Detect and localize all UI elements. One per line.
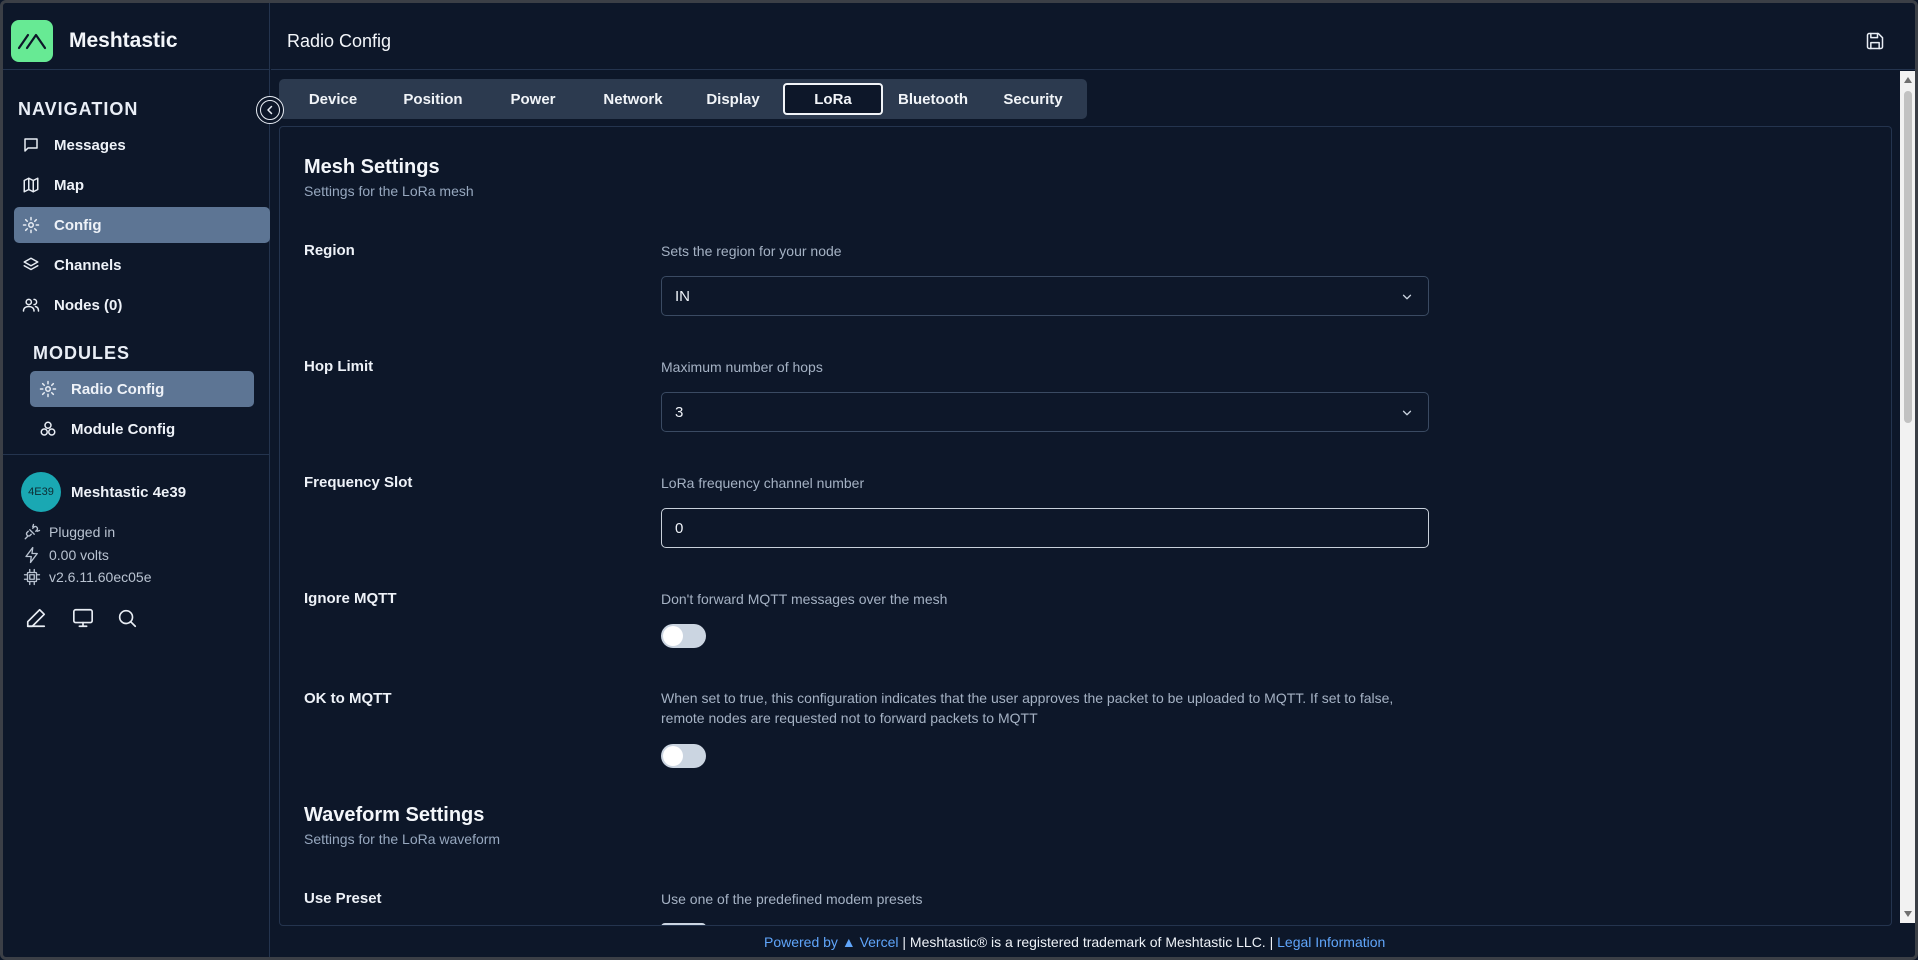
- module-item-radio-config[interactable]: Radio Config: [30, 371, 254, 407]
- tab-security[interactable]: Security: [983, 83, 1083, 115]
- mesh-settings-title: Mesh Settings: [304, 156, 440, 178]
- waveform-settings-title: Waveform Settings: [304, 804, 485, 826]
- frequency-slot-label: Frequency Slot: [304, 474, 413, 491]
- nav-item-messages[interactable]: Messages: [14, 127, 270, 163]
- hop-limit-value: 3: [675, 403, 684, 421]
- firmware-version: v2.6.11.60ec05e: [23, 568, 152, 586]
- tab-network[interactable]: Network: [583, 83, 683, 115]
- node-name: Meshtastic 4e39: [71, 483, 187, 501]
- nav-item-nodes[interactable]: Nodes (0): [14, 287, 270, 323]
- divider: [3, 454, 269, 455]
- lightning-icon: [25, 546, 38, 564]
- pencil-icon: [26, 608, 46, 628]
- brand-name: Meshtastic: [69, 29, 178, 52]
- footer-separator: |: [902, 934, 910, 950]
- node-info: 4E39 Meshtastic 4e39: [21, 472, 186, 512]
- scroll-thumb[interactable]: [1904, 91, 1912, 423]
- waveform-settings-subtitle: Settings for the LoRa waveform: [304, 831, 501, 847]
- gear-icon: [22, 216, 40, 234]
- module-item-label: Module Config: [71, 420, 176, 438]
- frequency-slot-input[interactable]: [661, 508, 1429, 548]
- plug-icon: [24, 523, 41, 540]
- search-button[interactable]: [116, 607, 138, 634]
- gear-icon: [39, 380, 57, 398]
- ok-to-mqtt-label: OK to MQTT: [304, 690, 392, 707]
- lora-config-form: Mesh Settings Settings for the LoRa mesh…: [279, 126, 1892, 926]
- display-button[interactable]: [72, 607, 94, 634]
- region-label: Region: [304, 242, 355, 259]
- config-tabs: Device Position Power Network Display Lo…: [279, 79, 1087, 119]
- meshtastic-logo-icon: [11, 20, 53, 62]
- boxes-icon: [40, 421, 56, 436]
- nav-item-config[interactable]: Config: [14, 207, 270, 243]
- modules-title: MODULES: [33, 343, 130, 363]
- nav-item-map[interactable]: Map: [14, 167, 270, 203]
- chevron-left-icon: [267, 105, 273, 115]
- chevron-down-icon: [1402, 410, 1412, 416]
- ok-to-mqtt-description: When set to true, this configuration ind…: [661, 690, 1394, 726]
- power-status: Plugged in: [23, 523, 115, 541]
- tab-position[interactable]: Position: [383, 83, 483, 115]
- collapse-sidebar-button[interactable]: [256, 96, 284, 124]
- layers-icon: [23, 257, 39, 271]
- avatar: 4E39: [21, 472, 61, 512]
- hop-limit-description: Maximum number of hops: [661, 359, 823, 375]
- tab-bluetooth[interactable]: Bluetooth: [883, 83, 983, 115]
- nav-item-label: Nodes (0): [54, 296, 123, 314]
- trademark-text: Meshtastic® is a registered trademark of…: [909, 934, 1266, 950]
- ignore-mqtt-toggle[interactable]: [661, 624, 706, 648]
- nav-item-channels[interactable]: Channels: [14, 247, 270, 283]
- use-preset-label: Use Preset: [304, 890, 382, 907]
- chip-icon: [23, 568, 41, 586]
- ignore-mqtt-label: Ignore MQTT: [304, 590, 397, 607]
- monitor-icon: [73, 608, 93, 628]
- module-item-label: Radio Config: [71, 380, 165, 398]
- save-icon: [1866, 32, 1884, 50]
- hop-limit-select[interactable]: 3: [661, 392, 1429, 432]
- brand[interactable]: Meshtastic: [11, 20, 178, 62]
- footer: Powered by ▲ Vercel | Meshtastic® is a r…: [764, 934, 1385, 950]
- nav-item-label: Map: [54, 176, 84, 194]
- nav-item-label: Config: [54, 216, 102, 234]
- save-button[interactable]: [1865, 31, 1885, 56]
- mesh-settings-subtitle: Settings for the LoRa mesh: [304, 183, 474, 199]
- region-description: Sets the region for your node: [661, 243, 842, 259]
- users-icon: [22, 298, 40, 312]
- nav-item-label: Messages: [54, 136, 126, 154]
- tab-display[interactable]: Display: [683, 83, 783, 115]
- scrollbar[interactable]: [1900, 71, 1915, 923]
- sidebar: Meshtastic NAVIGATION Messages Map Confi…: [3, 3, 270, 957]
- hop-limit-label: Hop Limit: [304, 358, 374, 375]
- map-icon: [23, 177, 39, 193]
- use-preset-toggle[interactable]: [661, 923, 706, 925]
- region-value: IN: [675, 287, 690, 305]
- divider: [3, 69, 269, 70]
- ok-to-mqtt-toggle[interactable]: [661, 744, 706, 768]
- toggle-knob: [663, 746, 683, 766]
- page-header: Radio Config: [271, 3, 1915, 70]
- app-window: Meshtastic NAVIGATION Messages Map Confi…: [0, 0, 1918, 960]
- legal-link[interactable]: Legal Information: [1277, 934, 1385, 950]
- tab-power[interactable]: Power: [483, 83, 583, 115]
- tab-lora[interactable]: LoRa: [783, 83, 883, 115]
- navigation-title: NAVIGATION: [18, 99, 139, 119]
- use-preset-description: Use one of the predefined modem presets: [661, 891, 923, 907]
- scroll-down-arrow-icon[interactable]: [1904, 911, 1912, 917]
- chevron-down-icon: [1402, 294, 1412, 300]
- nav-item-label: Channels: [54, 256, 122, 274]
- ignore-mqtt-description: Don't forward MQTT messages over the mes…: [661, 591, 948, 607]
- voltage-status: 0.00 volts: [23, 546, 109, 564]
- vercel-link[interactable]: Powered by ▲ Vercel: [764, 934, 898, 950]
- edit-button[interactable]: [25, 607, 47, 634]
- toggle-knob: [663, 626, 683, 646]
- region-select[interactable]: IN: [661, 276, 1429, 316]
- page-title: Radio Config: [287, 31, 392, 51]
- message-icon: [24, 138, 38, 152]
- search-icon: [118, 609, 137, 628]
- scroll-up-arrow-icon[interactable]: [1904, 77, 1912, 83]
- frequency-slot-description: LoRa frequency channel number: [661, 475, 865, 491]
- tab-device[interactable]: Device: [283, 83, 383, 115]
- module-item-module-config[interactable]: Module Config: [30, 411, 254, 447]
- footer-separator: |: [1269, 934, 1278, 950]
